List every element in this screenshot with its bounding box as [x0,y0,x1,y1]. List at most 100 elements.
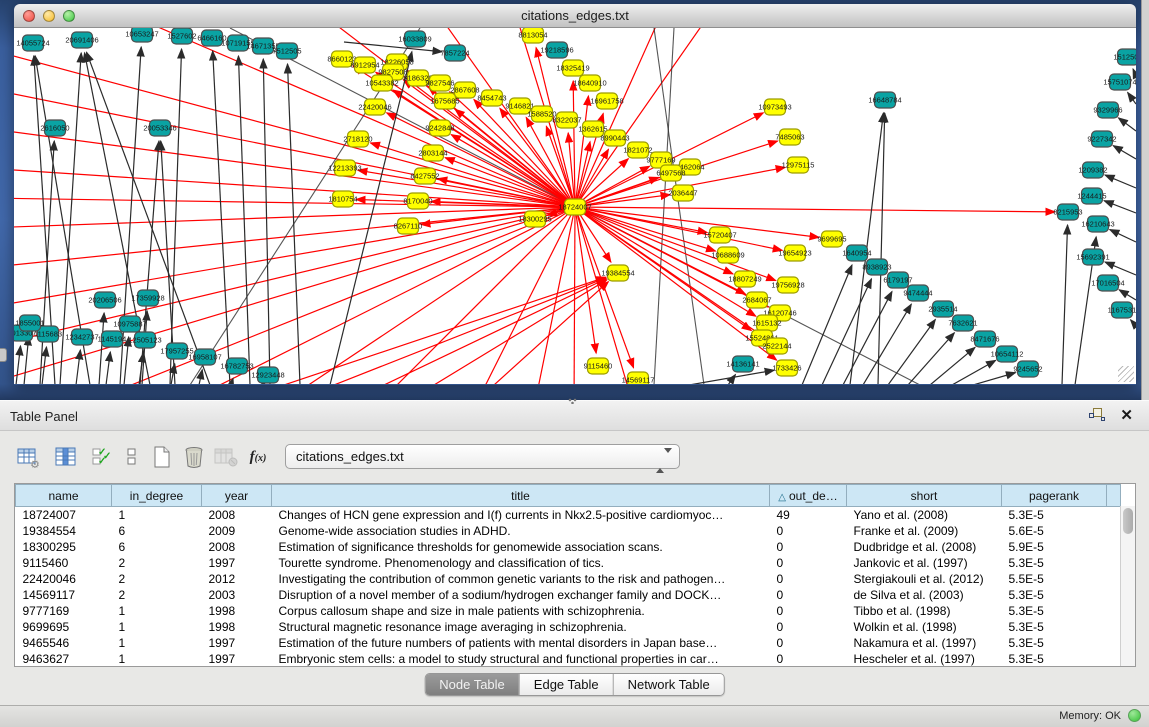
column-header-in_degree[interactable]: in_degree [112,485,202,507]
graph-node[interactable]: 19384554 [601,265,634,281]
edge[interactable] [802,265,852,384]
graph-node[interactable]: 15751074 [1103,74,1136,90]
table-cell[interactable]: 5.5E-5 [1002,571,1107,587]
table-cell[interactable]: Corpus callosum shape and size in male p… [272,603,770,619]
graph-node[interactable]: 2522144 [762,338,791,354]
table-cell[interactable]: 2 [112,555,202,571]
edge[interactable] [654,28,674,384]
column-visibility-button[interactable] [52,443,80,471]
table-cell[interactable]: 9115460 [16,555,112,571]
table-cell[interactable]: 5.3E-5 [1002,555,1107,571]
table-cell[interactable]: 0 [770,635,847,651]
graph-node[interactable]: 1855001 [15,315,44,331]
graph-node[interactable]: 12923448 [251,367,284,383]
edge[interactable] [863,304,911,384]
graph-node[interactable]: 9227342 [1087,131,1116,147]
table-cell[interactable]: 2008 [202,507,272,523]
graph-node[interactable]: 1145194 [98,331,127,347]
table-cell[interactable]: Wolkin et al. (1998) [847,619,1002,635]
graph-node[interactable]: 6497568 [656,165,685,181]
graph-node[interactable]: 10973493 [758,99,791,115]
table-cell[interactable]: 6 [112,539,202,555]
select-all-columns-button[interactable]: ✓ ✓ ✓ [88,443,116,471]
table-cell[interactable]: 9463627 [16,651,112,667]
edge[interactable] [1105,175,1136,188]
selected-edge[interactable] [574,207,575,384]
table-cell[interactable]: 5.3E-5 [1002,507,1107,523]
graph-node[interactable]: 1640954 [842,245,871,261]
network-view-canvas[interactable]: 8660123891295418226058982750810543382818… [14,28,1136,384]
graph-node[interactable]: 10654112 [991,346,1024,362]
selected-edge[interactable] [534,207,575,384]
table-cell[interactable]: Genome-wide association studies in ADHD. [272,523,770,539]
table-cell[interactable]: Stergiakouli et al. (2012) [847,571,1002,587]
graph-node[interactable]: 20053346 [143,120,176,136]
edge[interactable] [888,320,935,384]
table-cell[interactable]: 5.9E-5 [1002,539,1107,555]
graph-node[interactable]: 12505123 [128,332,161,348]
table-cell[interactable]: 0 [770,571,847,587]
delete-column-button[interactable] [180,443,208,471]
selected-edge[interactable] [14,128,575,207]
selected-edge[interactable] [14,207,575,228]
table-cell[interactable]: 22420046 [16,571,112,587]
graph-node[interactable]: 7632621 [948,315,977,331]
graph-node[interactable]: 8215953 [1053,204,1082,220]
table-cell[interactable]: 0 [770,619,847,635]
table-row[interactable]: 2242004622012Investigating the contribut… [16,571,1121,587]
table-cell[interactable]: 2 [112,571,202,587]
graph-node[interactable]: 1209382 [1078,162,1107,178]
table-cell[interactable]: Hescheler et al. (1997) [847,651,1002,667]
edge[interactable] [1118,118,1136,131]
edge[interactable] [24,336,29,384]
table-cell[interactable]: Dudbridge et al. (2008) [847,539,1002,555]
table-cell[interactable]: Franke et al. (2009) [847,523,1002,539]
selected-edge[interactable] [575,28,714,207]
float-panel-button[interactable] [1089,408,1105,423]
table-cell[interactable]: 2012 [202,571,272,587]
graph-node[interactable]: 19756928 [771,277,804,293]
table-cell[interactable]: Changes of HCN gene expression and I(f) … [272,507,770,523]
table-row[interactable]: 1938455462009Genome-wide association stu… [16,523,1121,539]
edge[interactable] [908,333,954,384]
graph-node[interactable]: 8471676 [970,331,999,347]
graph-node[interactable]: 16961758 [590,93,623,109]
graph-node[interactable]: 10688609 [711,247,744,263]
table-cell[interactable]: 1998 [202,619,272,635]
table-row[interactable]: 969969511998Structural magnetic resonanc… [16,619,1121,635]
edge[interactable] [213,51,230,384]
table-cell[interactable]: Investigating the contribution of common… [272,571,770,587]
table-cell[interactable]: Tibbo et al. (1998) [847,603,1002,619]
graph-node[interactable]: 1810754 [328,191,357,207]
tab-node-table[interactable]: Node Table [425,674,519,695]
table-row[interactable]: 1830029562008Estimation of significance … [16,539,1121,555]
selected-edge[interactable] [384,279,606,384]
table-cell[interactable]: de Silva et al. (2003) [847,587,1002,603]
graph-node[interactable]: 22420046 [358,99,391,115]
graph-node[interactable]: 9242848 [425,120,454,136]
graph-node[interactable]: 14055724 [16,35,49,51]
table-cell[interactable]: Embryonic stem cells: a model to study s… [272,651,770,667]
table-row[interactable]: 946554611997Estimation of the future num… [16,635,1121,651]
table-cell[interactable]: 2009 [202,523,272,539]
graph-node[interactable]: 8322037 [552,112,581,128]
graph-node[interactable]: 2935514 [928,301,957,317]
graph-node[interactable]: 7857224 [440,45,469,61]
edge[interactable] [238,56,250,384]
graph-node[interactable]: 9329966 [1093,102,1122,118]
graph-node[interactable]: 17359928 [131,290,164,306]
graph-node[interactable]: 2036447 [668,185,697,201]
edge[interactable] [1062,225,1068,384]
edge[interactable] [16,346,21,384]
table-cell[interactable]: 1 [112,603,202,619]
table-cell[interactable]: 0 [770,603,847,619]
table-scrollbar-thumb[interactable] [1123,508,1133,534]
graph-node[interactable]: 14569117 [622,372,655,384]
collapsed-panel-handle[interactable] [0,348,7,362]
table-cell[interactable]: 1 [112,619,202,635]
new-column-button[interactable] [148,443,176,471]
table-cell[interactable]: 9699695 [16,619,112,635]
table-row[interactable]: 911546021997Tourette syndrome. Phenomeno… [16,555,1121,571]
edge[interactable] [288,64,300,384]
table-cell[interactable]: 1997 [202,651,272,667]
